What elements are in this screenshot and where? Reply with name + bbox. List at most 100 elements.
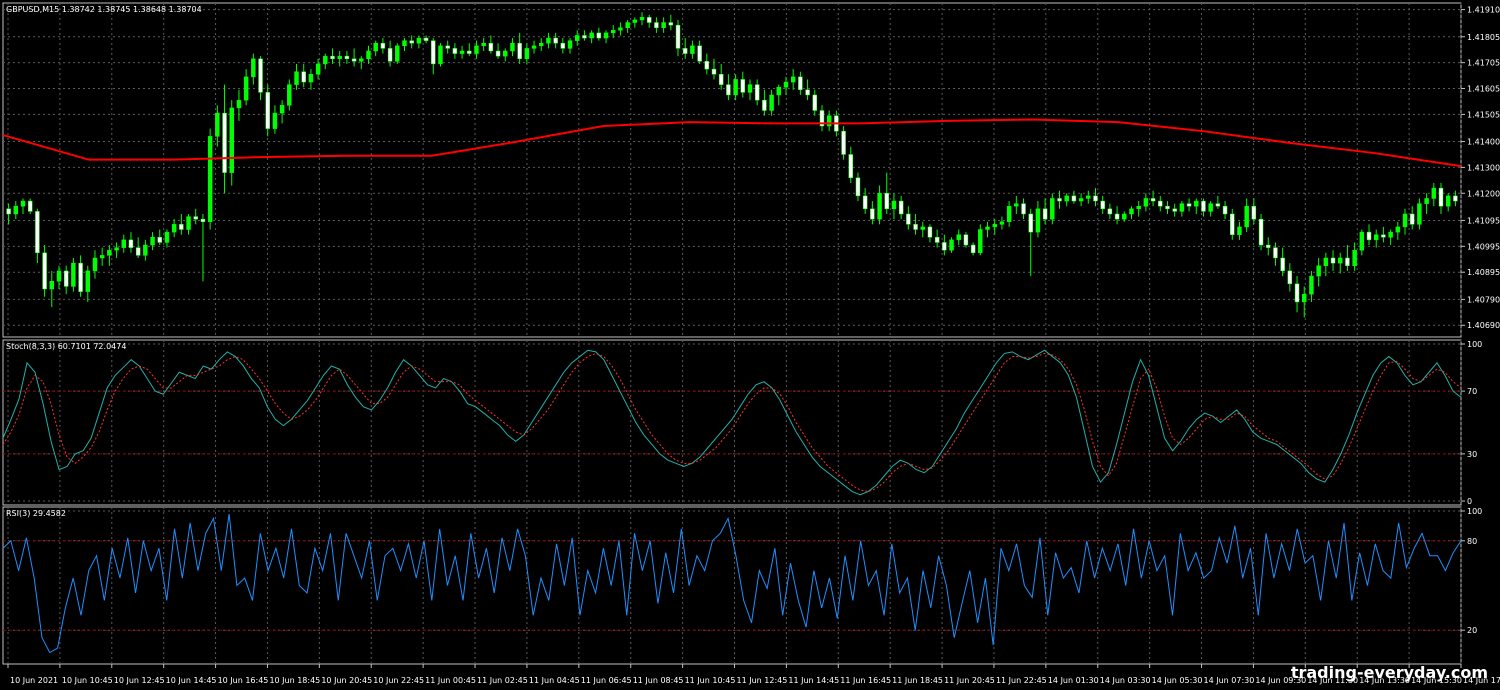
x-tick-label: 11 Jun 20:45 xyxy=(944,676,995,685)
candle-body xyxy=(1179,203,1185,212)
pane-border xyxy=(2,339,1462,506)
candle-body xyxy=(906,213,911,225)
candle-body xyxy=(654,22,659,28)
pane-title: RSI(3) 29.4582 xyxy=(6,509,66,518)
candle-body xyxy=(632,19,638,23)
candle-body xyxy=(1438,187,1444,207)
candle-body xyxy=(49,281,55,290)
candle-body xyxy=(1373,234,1379,241)
candle-body xyxy=(697,45,702,62)
candle-body xyxy=(603,32,609,39)
candle-body xyxy=(1158,200,1163,207)
candle-body xyxy=(611,30,616,34)
candle-body xyxy=(1006,205,1012,222)
candle-body xyxy=(78,262,83,292)
candle-body xyxy=(1266,244,1271,248)
pane-title: GBPUSD,M15 1.38742 1.38745 1.38648 1.387… xyxy=(6,5,202,14)
candle-body xyxy=(560,42,566,49)
candle-body xyxy=(1323,257,1329,266)
candle-body xyxy=(1287,270,1293,285)
candle-body xyxy=(862,195,868,210)
candle-body xyxy=(63,270,69,287)
y-tick-label: 80 xyxy=(1467,537,1477,546)
candle-body xyxy=(1107,208,1113,215)
candle-body xyxy=(1165,205,1170,210)
x-tick-label: 11 Jun 18:45 xyxy=(892,676,943,685)
candle-body xyxy=(985,226,990,230)
candle-body xyxy=(1208,203,1213,212)
candle-body xyxy=(675,24,681,49)
y-tick-label: 100 xyxy=(1467,507,1482,516)
candle-body xyxy=(431,40,436,65)
candle-body xyxy=(215,112,220,137)
candle-body xyxy=(164,231,170,243)
candle-body xyxy=(1316,265,1321,277)
candle-body xyxy=(6,208,11,215)
candle-body xyxy=(992,224,997,228)
x-tick-label: 10 Jun 14:45 xyxy=(166,676,217,685)
candle-body xyxy=(517,42,522,59)
candle-body xyxy=(1136,205,1141,210)
candle-body xyxy=(56,270,62,282)
candle-body xyxy=(373,42,378,52)
candle-body xyxy=(1273,247,1278,259)
candle-body xyxy=(13,205,19,215)
pane-border xyxy=(2,506,1462,665)
candle-body xyxy=(1100,200,1105,210)
x-tick-label: 11 Jun 08:45 xyxy=(633,676,684,685)
x-tick-label: 14 Jun 05:30 xyxy=(1152,676,1203,685)
candle-body xyxy=(841,130,846,155)
candle-body xyxy=(891,200,897,210)
y-tick-label: 1.40995 xyxy=(1467,242,1500,251)
candle-body xyxy=(1330,257,1336,264)
candle-body xyxy=(978,229,983,254)
pane-2: 100 80 20 RSI(3) 29.4582 xyxy=(2,507,1482,654)
candle-body xyxy=(330,55,335,59)
candle-body xyxy=(481,42,486,47)
candle-body xyxy=(272,112,278,129)
candle-body xyxy=(1237,226,1242,235)
candle-body xyxy=(128,239,134,248)
y-tick-label: 1.41605 xyxy=(1467,85,1500,94)
candle-body xyxy=(855,177,861,197)
candle-body xyxy=(575,35,580,41)
candle-body xyxy=(179,224,184,230)
candle-body xyxy=(1042,208,1048,220)
candle-body xyxy=(186,216,191,230)
candle-body xyxy=(769,94,774,111)
x-tick-label: 10 Jun 20:45 xyxy=(321,676,372,685)
candle-body xyxy=(783,81,789,88)
candle-body xyxy=(970,244,976,254)
candle-body xyxy=(438,45,443,65)
candle-body xyxy=(1035,208,1041,233)
watermark: trading-everyday.com xyxy=(1291,663,1488,682)
candle-body xyxy=(402,40,407,47)
candle-body xyxy=(380,42,386,49)
candle-body xyxy=(143,244,148,256)
candle-body xyxy=(884,193,889,210)
candle-body xyxy=(1424,198,1429,204)
candle-body xyxy=(99,255,105,259)
candle-body xyxy=(949,239,954,251)
y-tick-label: 1.41300 xyxy=(1467,163,1500,172)
candle-body xyxy=(589,32,594,39)
candle-body xyxy=(963,234,969,246)
candle-body xyxy=(1057,198,1062,202)
candle-body xyxy=(1445,195,1451,207)
moving-average-line xyxy=(2,118,1462,168)
candle-body xyxy=(790,76,796,83)
x-tick-label: 11 Jun 16:45 xyxy=(840,676,891,685)
candle-body xyxy=(1338,257,1343,264)
candle-body xyxy=(279,105,285,114)
candle-body xyxy=(474,45,479,54)
candle-body xyxy=(618,27,623,31)
candle-body xyxy=(1402,213,1408,228)
x-tick-label: 11 Jun 10:45 xyxy=(685,676,736,685)
candle-body xyxy=(646,17,652,23)
x-tick-label: 10 Jun 16:45 xyxy=(218,676,269,685)
candle-body xyxy=(222,112,227,173)
panes: 1.41910 1.41805 1.41705 1.41605 1.41505 1.414… xyxy=(2,5,1500,654)
candle-body xyxy=(639,17,645,21)
candle-body xyxy=(927,226,933,238)
candle-body xyxy=(445,45,450,49)
